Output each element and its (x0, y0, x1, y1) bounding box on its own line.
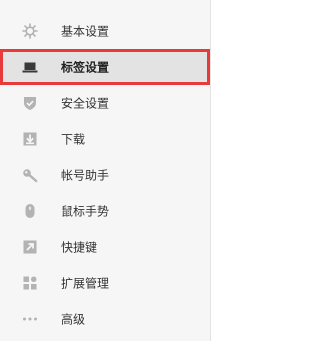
key-icon (22, 167, 38, 183)
sidebar-item-download[interactable]: 下载 (0, 121, 210, 157)
download-icon (22, 131, 38, 147)
sidebar-item-label: 高级 (61, 312, 86, 327)
extensions-icon (22, 275, 38, 291)
sidebar-item-mouse-gestures[interactable]: 鼠标手势 (0, 193, 210, 229)
sidebar-item-label: 标签设置 (61, 60, 110, 75)
shield-icon (22, 95, 38, 111)
sidebar-item-label: 帐号助手 (61, 168, 110, 183)
sidebar-item-label: 安全设置 (61, 96, 110, 111)
sidebar-item-security-settings[interactable]: 安全设置 (0, 85, 210, 121)
sidebar-item-shortcuts[interactable]: 快捷键 (0, 229, 210, 265)
more-icon (22, 311, 38, 327)
laptop-icon (22, 59, 38, 75)
shortcut-icon (22, 239, 38, 255)
settings-sidebar: 基本设置 标签设置 安全设置 下载 帐号助手 鼠标手势 快捷键 扩展管理 高级 (0, 0, 211, 341)
sidebar-item-extensions[interactable]: 扩展管理 (0, 265, 210, 301)
gear-icon (22, 23, 38, 39)
sidebar-item-label: 基本设置 (61, 24, 110, 39)
sidebar-item-label: 扩展管理 (61, 276, 110, 291)
sidebar-item-label: 鼠标手势 (61, 204, 110, 219)
sidebar-item-label: 下载 (61, 132, 86, 147)
sidebar-item-tab-settings[interactable]: 标签设置 (0, 49, 210, 85)
sidebar-item-account-assistant[interactable]: 帐号助手 (0, 157, 210, 193)
sidebar-item-basic-settings[interactable]: 基本设置 (0, 13, 210, 49)
sidebar-item-advanced[interactable]: 高级 (0, 301, 210, 337)
sidebar-item-label: 快捷键 (61, 240, 98, 255)
mouse-icon (22, 203, 38, 219)
